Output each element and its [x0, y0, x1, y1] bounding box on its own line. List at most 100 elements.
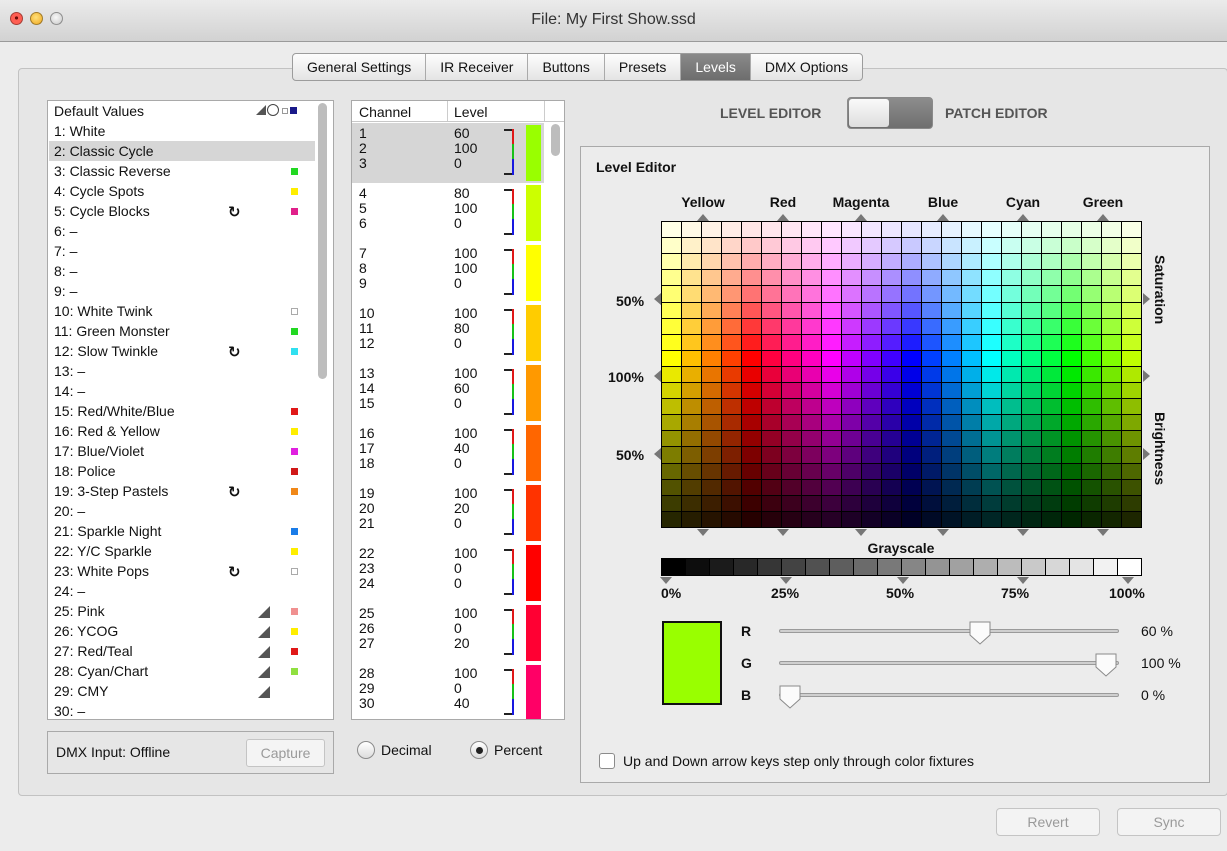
grid-cell[interactable] — [822, 431, 841, 447]
grid-cell[interactable] — [982, 334, 1001, 350]
grid-cell[interactable] — [762, 318, 781, 334]
grid-cell[interactable] — [1042, 270, 1061, 286]
preset-item[interactable]: 2: Classic Cycle — [49, 141, 315, 161]
preset-item[interactable]: 27: Red/Teal — [54, 641, 133, 661]
gray-cell[interactable] — [926, 559, 950, 575]
grid-cell[interactable] — [682, 511, 701, 527]
grid-cell[interactable] — [822, 286, 841, 302]
grid-cell[interactable] — [722, 511, 741, 527]
gray-cell[interactable] — [1070, 559, 1094, 575]
tab-buttons[interactable]: Buttons — [528, 54, 605, 80]
grid-cell[interactable] — [862, 463, 881, 479]
grid-cell[interactable] — [982, 415, 1001, 431]
grid-cell[interactable] — [782, 383, 801, 399]
grid-cell[interactable] — [762, 270, 781, 286]
gray-cell[interactable] — [878, 559, 902, 575]
r-slider-track[interactable] — [779, 629, 1119, 633]
grid-cell[interactable] — [882, 350, 901, 366]
grid-cell[interactable] — [862, 254, 881, 270]
row-marker-right[interactable] — [1143, 370, 1150, 382]
grid-cell[interactable] — [962, 270, 981, 286]
grid-cell[interactable] — [882, 286, 901, 302]
grid-cell[interactable] — [722, 495, 741, 511]
grid-cell[interactable] — [1102, 463, 1121, 479]
grid-cell[interactable] — [1062, 463, 1081, 479]
preset-item[interactable]: 26: YCOG — [54, 621, 118, 641]
grid-cell[interactable] — [902, 431, 921, 447]
grid-cell[interactable] — [1062, 511, 1081, 527]
grid-cell[interactable] — [862, 238, 881, 254]
grid-cell[interactable] — [922, 334, 941, 350]
grid-cell[interactable] — [662, 415, 681, 431]
grid-cell[interactable] — [1102, 399, 1121, 415]
grid-cell[interactable] — [722, 415, 741, 431]
grid-cell[interactable] — [1082, 431, 1101, 447]
r-slider-thumb[interactable] — [969, 621, 991, 645]
grid-cell[interactable] — [722, 302, 741, 318]
grid-cell[interactable] — [662, 350, 681, 366]
grid-cell[interactable] — [842, 511, 861, 527]
grid-cell[interactable] — [742, 254, 761, 270]
grid-cell[interactable] — [1102, 254, 1121, 270]
grid-cell[interactable] — [1062, 222, 1081, 238]
gray-cell[interactable] — [950, 559, 974, 575]
grid-cell[interactable] — [1002, 350, 1021, 366]
grid-cell[interactable] — [1042, 383, 1061, 399]
row-marker-right[interactable] — [1143, 448, 1150, 460]
grid-cell[interactable] — [962, 238, 981, 254]
channel-level[interactable]: 0 — [454, 516, 462, 531]
tab-dmx-options[interactable]: DMX Options — [751, 54, 862, 80]
grid-cell[interactable] — [962, 334, 981, 350]
grid-cell[interactable] — [882, 318, 901, 334]
editor-mode-toggle[interactable] — [847, 97, 933, 129]
grid-cell[interactable] — [862, 350, 881, 366]
grid-cell[interactable] — [1042, 238, 1061, 254]
grid-cell[interactable] — [1102, 495, 1121, 511]
grid-cell[interactable] — [842, 479, 861, 495]
preset-item[interactable]: 28: Cyan/Chart — [54, 661, 148, 681]
grid-cell[interactable] — [902, 238, 921, 254]
grid-cell[interactable] — [822, 463, 841, 479]
grid-cell[interactable] — [982, 238, 1001, 254]
tab-levels[interactable]: Levels — [681, 54, 751, 80]
row-marker-left[interactable] — [654, 370, 661, 382]
grid-cell[interactable] — [922, 399, 941, 415]
grid-cell[interactable] — [702, 415, 721, 431]
grid-cell[interactable] — [762, 383, 781, 399]
grid-cell[interactable] — [802, 463, 821, 479]
grid-cell[interactable] — [1062, 479, 1081, 495]
grid-cell[interactable] — [1022, 447, 1041, 463]
grid-cell[interactable] — [722, 463, 741, 479]
grid-cell[interactable] — [682, 463, 701, 479]
grid-cell[interactable] — [902, 383, 921, 399]
preset-item[interactable]: 19: 3-Step Pastels — [54, 481, 168, 501]
grid-cell[interactable] — [1022, 366, 1041, 383]
gray-cell[interactable] — [662, 559, 686, 575]
gray-cell[interactable] — [806, 559, 830, 575]
grid-cell[interactable] — [862, 415, 881, 431]
grid-cell[interactable] — [722, 399, 741, 415]
gray-cell[interactable] — [1022, 559, 1046, 575]
preset-item[interactable]: 16: Red & Yellow — [54, 421, 160, 441]
grid-cell[interactable] — [1082, 238, 1101, 254]
preset-item[interactable]: 23: White Pops — [54, 561, 149, 581]
channel-level[interactable]: 60 — [454, 126, 470, 141]
hue-marker-bottom[interactable] — [937, 529, 949, 536]
grid-cell[interactable] — [1122, 463, 1141, 479]
grid-cell[interactable] — [842, 463, 861, 479]
grid-cell[interactable] — [982, 350, 1001, 366]
grid-cell[interactable] — [842, 222, 861, 238]
grid-cell[interactable] — [1062, 270, 1081, 286]
channel-level[interactable]: 100 — [454, 426, 477, 441]
grid-cell[interactable] — [702, 302, 721, 318]
grid-cell[interactable] — [1082, 302, 1101, 318]
channel-level[interactable]: 20 — [454, 636, 470, 651]
grid-cell[interactable] — [782, 286, 801, 302]
grid-cell[interactable] — [1062, 254, 1081, 270]
grid-cell[interactable] — [1102, 270, 1121, 286]
grid-cell[interactable] — [1082, 415, 1101, 431]
grid-cell[interactable] — [702, 270, 721, 286]
grid-cell[interactable] — [662, 286, 681, 302]
grid-cell[interactable] — [1042, 479, 1061, 495]
grid-cell[interactable] — [1082, 334, 1101, 350]
